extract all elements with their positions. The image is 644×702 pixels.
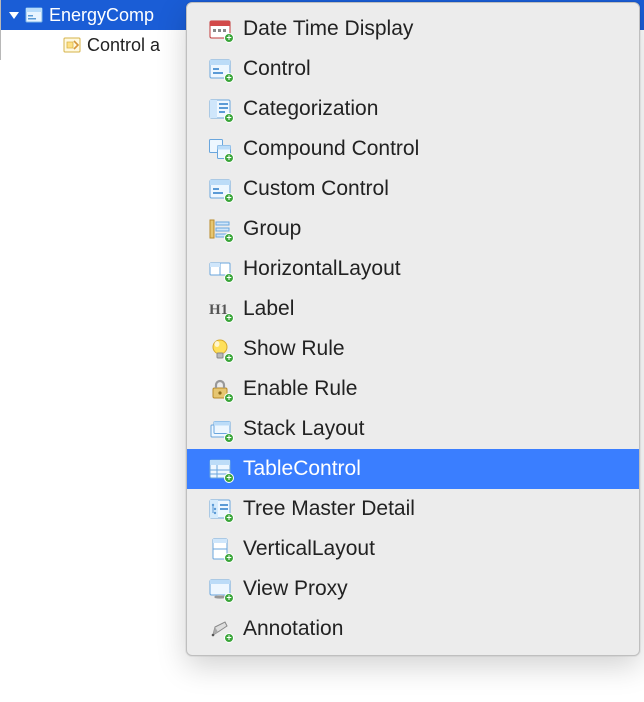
horizontal-layout-icon: [209, 258, 231, 280]
control-icon: [63, 36, 81, 54]
menu-item-horizontallayout[interactable]: HorizontalLayout: [187, 249, 639, 289]
show-rule-icon: [209, 338, 231, 360]
menu-item-date-time-display[interactable]: Date Time Display: [187, 9, 639, 49]
group-icon: [209, 218, 231, 240]
menu-item-stack-layout[interactable]: Stack Layout: [187, 409, 639, 449]
menu-item-tree-master-detail[interactable]: Tree Master Detail: [187, 489, 639, 529]
tree-root-label: EnergyComp: [49, 5, 154, 26]
menu-item-label: Annotation: [243, 617, 343, 641]
categorization-icon: [209, 98, 231, 120]
menu-item-label: Stack Layout: [243, 417, 364, 441]
menu-item-control[interactable]: Control: [187, 49, 639, 89]
menu-item-compound-control[interactable]: Compound Control: [187, 129, 639, 169]
menu-item-annotation[interactable]: Annotation: [187, 609, 639, 649]
compound-control-icon: [209, 138, 231, 160]
context-menu: Date Time Display Control Categorization Co…: [186, 2, 640, 656]
table-control-icon: [209, 458, 231, 480]
custom-control-icon: [209, 178, 231, 200]
view-model-icon: [25, 6, 43, 24]
enable-rule-icon: [209, 378, 231, 400]
menu-item-label[interactable]: Label: [187, 289, 639, 329]
menu-item-label: Show Rule: [243, 337, 345, 361]
tree-child-label: Control a: [87, 35, 160, 56]
menu-item-label: Group: [243, 217, 301, 241]
menu-item-custom-control[interactable]: Custom Control: [187, 169, 639, 209]
menu-item-label: Compound Control: [243, 137, 419, 161]
menu-item-categorization[interactable]: Categorization: [187, 89, 639, 129]
menu-item-group[interactable]: Group: [187, 209, 639, 249]
disclosure-triangle-icon[interactable]: [7, 8, 21, 22]
menu-item-tablecontrol[interactable]: TableControl: [187, 449, 639, 489]
label-icon: [209, 298, 231, 320]
tree-master-detail-icon: [209, 498, 231, 520]
control-icon: [209, 58, 231, 80]
menu-item-label: Date Time Display: [243, 17, 413, 41]
menu-item-enable-rule[interactable]: Enable Rule: [187, 369, 639, 409]
vertical-layout-icon: [209, 538, 231, 560]
menu-item-label: Control: [243, 57, 311, 81]
menu-item-label: View Proxy: [243, 577, 348, 601]
menu-item-label: Tree Master Detail: [243, 497, 415, 521]
menu-item-label: Enable Rule: [243, 377, 357, 401]
view-proxy-icon: [209, 578, 231, 600]
menu-item-label: Label: [243, 297, 294, 321]
menu-item-show-rule[interactable]: Show Rule: [187, 329, 639, 369]
annotation-icon: [209, 618, 231, 640]
menu-item-label: VerticalLayout: [243, 537, 375, 561]
stack-layout-icon: [209, 418, 231, 440]
calendar-icon: [209, 18, 231, 40]
menu-item-label: HorizontalLayout: [243, 257, 401, 281]
menu-item-label: Categorization: [243, 97, 378, 121]
menu-item-view-proxy[interactable]: View Proxy: [187, 569, 639, 609]
menu-item-label: Custom Control: [243, 177, 389, 201]
menu-item-verticallayout[interactable]: VerticalLayout: [187, 529, 639, 569]
menu-item-label: TableControl: [243, 457, 361, 481]
